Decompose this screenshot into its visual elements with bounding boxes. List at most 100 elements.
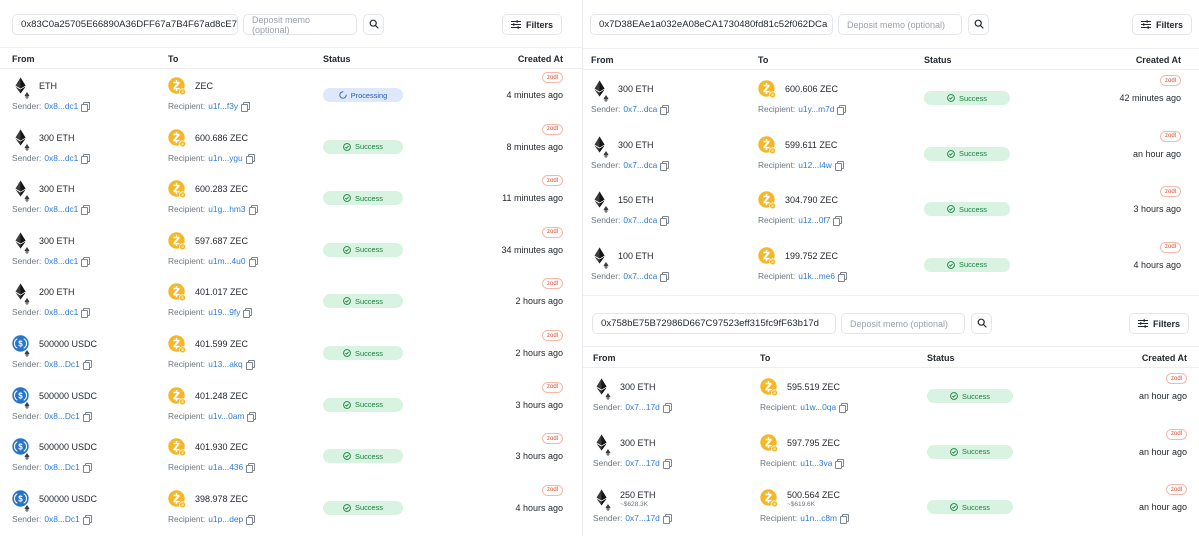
wallet-address-input[interactable]: 0x758bE75B72986D667C97523eff315fc9fF63b1… [592,313,836,334]
sender-address-link[interactable]: 0x7...17d [625,458,659,468]
recipient-address-link[interactable]: u1n...ygu [208,153,242,163]
sender-address-link[interactable]: 0x7...dca [623,104,657,114]
zodl-badge: zodl [1159,186,1181,197]
table-row[interactable]: $ 500000 USDC Sender: 0x8...Dc1 401.248 ZE… [0,381,582,433]
table-row[interactable]: $ 500000 USDC Sender: 0x8...Dc1 398.978 ZE… [0,484,582,536]
sender-address-link[interactable]: 0x8...dc1 [44,101,78,111]
recipient-address-link[interactable]: u1w...0qa [800,402,836,412]
recipient-address-link[interactable]: u1t...3va [800,458,832,468]
table-row[interactable]: 300 ETH Sender: 0x8...dc1 600.686 ZEC Recip… [0,123,582,175]
copy-icon[interactable] [660,216,670,226]
wallet-address-input[interactable]: 0x83C0a25705E66890A36DFF67a7B4F67ad8cE7D… [12,14,238,35]
table-row[interactable]: 250 ETH ~$628.3K Sender: 0x7...17d 500.564 … [583,483,1199,536]
search-button[interactable] [363,14,384,35]
table-row[interactable]: 300 ETH Sender: 0x8...dc1 597.687 ZEC Recip… [0,226,582,278]
copy-icon[interactable] [82,360,92,370]
recipient-address-link[interactable]: u1p...dep [208,514,243,524]
recipient-address-link[interactable]: u1k...me6 [798,271,835,281]
copy-icon[interactable] [247,411,257,422]
copy-icon[interactable] [81,102,91,112]
copy-icon[interactable] [248,256,258,267]
table-header: From To Status Created At [583,346,1199,368]
recipient-prefix: Recipient: [168,410,206,421]
copy-icon[interactable] [243,308,253,319]
copy-icon[interactable] [837,105,847,115]
copy-icon[interactable] [246,514,256,525]
zec-coin-icon [758,80,777,99]
copy-icon[interactable] [660,105,670,115]
copy-icon[interactable] [81,153,91,164]
copy-icon[interactable] [834,160,844,171]
table-row[interactable]: 300 ETH Sender: 0x8...dc1 600.283 ZEC Recip… [0,174,582,226]
search-button[interactable] [971,313,992,334]
recipient-address-link[interactable]: u1n...c8m [800,513,837,523]
copy-icon[interactable] [82,411,92,422]
copy-icon[interactable] [245,153,255,164]
recipient-prefix: Recipient: [758,215,796,225]
wallet-address-input[interactable]: 0x7D38EAe1a032eA08eCA1730480fd81c52f062D… [590,14,833,35]
copy-icon[interactable] [248,205,258,216]
sender-address-link[interactable]: 0x7...dca [623,160,657,170]
copy-icon[interactable] [833,216,843,226]
table-row[interactable]: 150 ETH Sender: 0x7...dca 304.790 ZEC Recip… [583,185,1199,241]
sender-address-link[interactable]: 0x7...17d [625,513,659,523]
copy-icon[interactable] [839,403,849,413]
sender-address-link[interactable]: 0x8...dc1 [44,256,78,266]
deposit-memo-input[interactable]: Deposit memo (optional) [243,14,357,35]
recipient-address-link[interactable]: u1m...4u0 [208,256,245,266]
table-row[interactable]: 300 ETH Sender: 0x7...17d 597.795 ZEC Recip… [583,428,1199,484]
copy-icon[interactable] [840,514,850,524]
sender-address-link[interactable]: 0x8...dc1 [44,153,78,163]
copy-icon[interactable] [660,160,670,171]
copy-icon[interactable] [662,514,672,524]
recipient-address-link[interactable]: u1z...0f7 [798,215,830,225]
copy-icon[interactable] [662,403,672,413]
sender-address-link[interactable]: 0x8...dc1 [44,204,78,214]
recipient-address-link[interactable]: u1g...hm3 [208,204,245,214]
copy-icon[interactable] [245,360,255,370]
sender-address-link[interactable]: 0x8...Dc1 [44,411,79,421]
copy-icon[interactable] [81,308,91,319]
zec-coin-icon [758,191,777,210]
recipient-address-link[interactable]: u19...9fy [208,307,240,317]
sender-address-link[interactable]: 0x8...Dc1 [44,359,79,369]
recipient-address-link[interactable]: u13...akq [208,359,242,369]
deposit-memo-input[interactable]: Deposit memo (optional) [838,14,962,35]
recipient-address-link[interactable]: u1a...436 [208,462,243,472]
recipient-address-link[interactable]: u1v...0am [208,411,244,421]
recipient-address-link[interactable]: u12...l4w [798,160,832,170]
recipient-address-link[interactable]: u1y...m7d [798,104,834,114]
filters-button[interactable]: Filters [1128,313,1189,334]
table-row[interactable]: $ 500000 USDC Sender: 0x8...Dc1 401.599 ZE… [0,329,582,381]
table-row[interactable]: 300 ETH Sender: 0x7...dca 599.611 ZEC Recip… [583,130,1199,186]
sender-address-link[interactable]: 0x8...Dc1 [44,462,79,472]
sender-address-link[interactable]: 0x7...dca [623,215,657,225]
filters-button[interactable]: Filters [501,14,562,35]
copy-icon[interactable] [660,271,670,282]
table-row[interactable]: ETH Sender: 0x8...dc1 ZEC Recipient: u1f...f… [0,71,582,123]
zec-coin-icon [760,489,779,508]
sender-address-link[interactable]: 0x7...17d [625,402,659,412]
zec-coin-icon [168,128,187,148]
copy-icon[interactable] [246,463,256,474]
copy-icon[interactable] [838,271,848,282]
copy-icon[interactable] [82,463,92,474]
copy-icon[interactable] [241,102,251,112]
copy-icon[interactable] [81,205,91,216]
deposit-memo-input[interactable]: Deposit memo (optional) [841,313,965,334]
sender-address-link[interactable]: 0x8...dc1 [44,307,78,317]
copy-icon[interactable] [82,514,92,525]
sender-address-link[interactable]: 0x7...dca [623,271,657,281]
copy-icon[interactable] [662,458,672,469]
copy-icon[interactable] [835,458,845,469]
search-button[interactable] [968,14,989,35]
table-row[interactable]: 200 ETH Sender: 0x8...dc1 401.017 ZEC Recip… [0,277,582,329]
sender-address-link[interactable]: 0x8...Dc1 [44,514,79,524]
filters-button[interactable]: Filters [1131,14,1192,35]
recipient-address-link[interactable]: u1f...f3y [208,101,238,111]
copy-icon[interactable] [81,256,91,267]
table-row[interactable]: 300 ETH Sender: 0x7...17d 595.519 ZEC Recip… [583,372,1199,428]
table-row[interactable]: 100 ETH Sender: 0x7...dca 199.752 ZEC Recip… [583,241,1199,296]
table-row[interactable]: 300 ETH Sender: 0x7...dca 600.606 ZEC Recip… [583,74,1199,130]
table-row[interactable]: $ 500000 USDC Sender: 0x8...Dc1 401.930 ZE… [0,432,582,484]
